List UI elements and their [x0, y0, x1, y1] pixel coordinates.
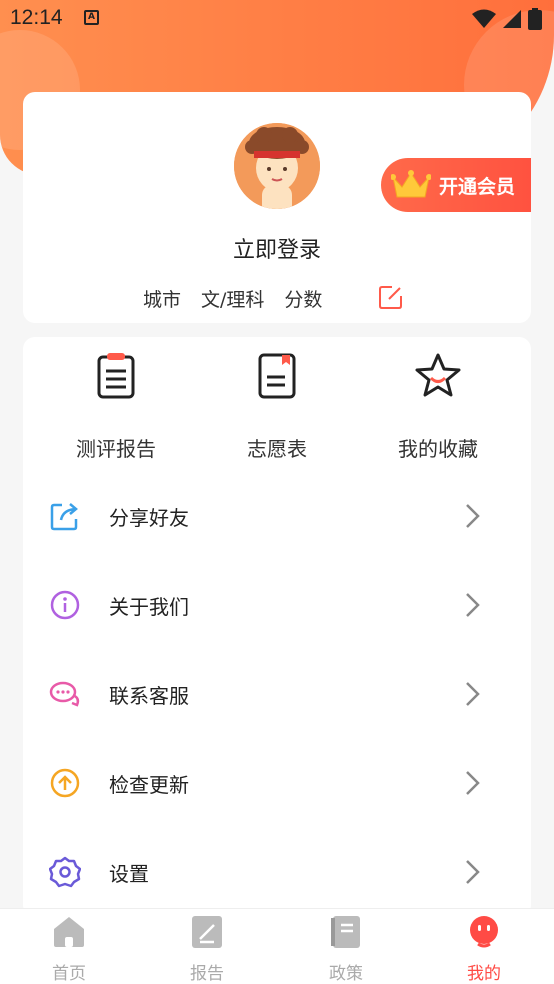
wifi-icon: [472, 9, 496, 28]
meta-subject: 文/理科: [201, 289, 265, 311]
chevron-right-icon: [466, 682, 480, 706]
menu-label: 设置: [109, 862, 149, 886]
tab-policy[interactable]: 政策: [296, 915, 396, 984]
bottom-tab-bar: 首页 报告 政策 我的: [0, 908, 554, 984]
shortcut-row: 测评报告 志愿表 我的收藏: [23, 337, 531, 467]
form-icon: [258, 353, 296, 399]
avatar-illustration: [234, 123, 320, 209]
status-icons: [472, 8, 542, 30]
tab-label: 首页: [52, 964, 86, 984]
home-icon: [54, 917, 84, 947]
report-tab-icon: [192, 916, 222, 948]
chevron-right-icon: [466, 771, 480, 795]
menu-label: 检查更新: [109, 773, 189, 797]
login-link[interactable]: 立即登录: [23, 232, 531, 264]
shortcut-label: 我的收藏: [398, 437, 478, 461]
policy-icon: [331, 916, 360, 948]
vip-label: 开通会员: [439, 175, 516, 198]
update-icon: [50, 768, 80, 798]
shortcut-label: 志愿表: [247, 437, 307, 461]
avatar[interactable]: [234, 123, 320, 209]
profile-card: 立即登录 城市 文/理科 分数 开通会员: [23, 92, 531, 323]
app-notification-icon: A: [84, 10, 99, 25]
menu-item-about[interactable]: 关于我们: [23, 561, 531, 650]
profile-meta[interactable]: 城市 文/理科 分数: [143, 285, 322, 312]
tab-label: 我的: [467, 964, 501, 984]
shortcut-label: 测评报告: [76, 437, 156, 461]
tab-label: 政策: [329, 964, 363, 984]
vip-button[interactable]: 开通会员: [381, 158, 531, 212]
meta-score: 分数: [284, 289, 323, 311]
menu-card: 测评报告 志愿表 我的收藏 分享好友 关于我们 联系客服 检查更新 设置: [23, 337, 531, 917]
gear-icon: [49, 856, 81, 888]
report-icon: [97, 353, 135, 399]
menu-label: 联系客服: [109, 684, 189, 708]
star-icon: [415, 353, 461, 397]
menu-item-share[interactable]: 分享好友: [23, 472, 531, 561]
status-bar: 12:14 A: [0, 0, 554, 38]
menu-item-settings[interactable]: 设置: [23, 828, 531, 917]
battery-icon: [528, 8, 542, 30]
tab-label: 报告: [190, 964, 224, 984]
chevron-right-icon: [466, 860, 480, 884]
menu-label: 分享好友: [109, 506, 189, 530]
shortcut-favorites[interactable]: 我的收藏: [368, 351, 508, 462]
tab-mine[interactable]: 我的: [434, 915, 534, 984]
tab-home[interactable]: 首页: [19, 915, 119, 984]
meta-city: 城市: [143, 289, 182, 311]
status-time: 12:14: [10, 6, 63, 29]
shortcut-form[interactable]: 志愿表: [207, 351, 347, 462]
edit-icon[interactable]: [379, 285, 403, 309]
menu-item-update[interactable]: 检查更新: [23, 739, 531, 828]
menu-label: 关于我们: [109, 595, 189, 619]
profile-icon: [470, 916, 498, 948]
chat-icon: [49, 681, 80, 707]
chevron-right-icon: [466, 593, 480, 617]
tab-report[interactable]: 报告: [157, 915, 257, 984]
shortcut-report[interactable]: 测评报告: [46, 351, 186, 462]
crown-icon: [391, 170, 431, 198]
menu-item-support[interactable]: 联系客服: [23, 650, 531, 739]
share-icon: [50, 503, 78, 531]
info-icon: [50, 590, 80, 620]
signal-icon: [503, 10, 521, 28]
chevron-right-icon: [466, 504, 480, 528]
